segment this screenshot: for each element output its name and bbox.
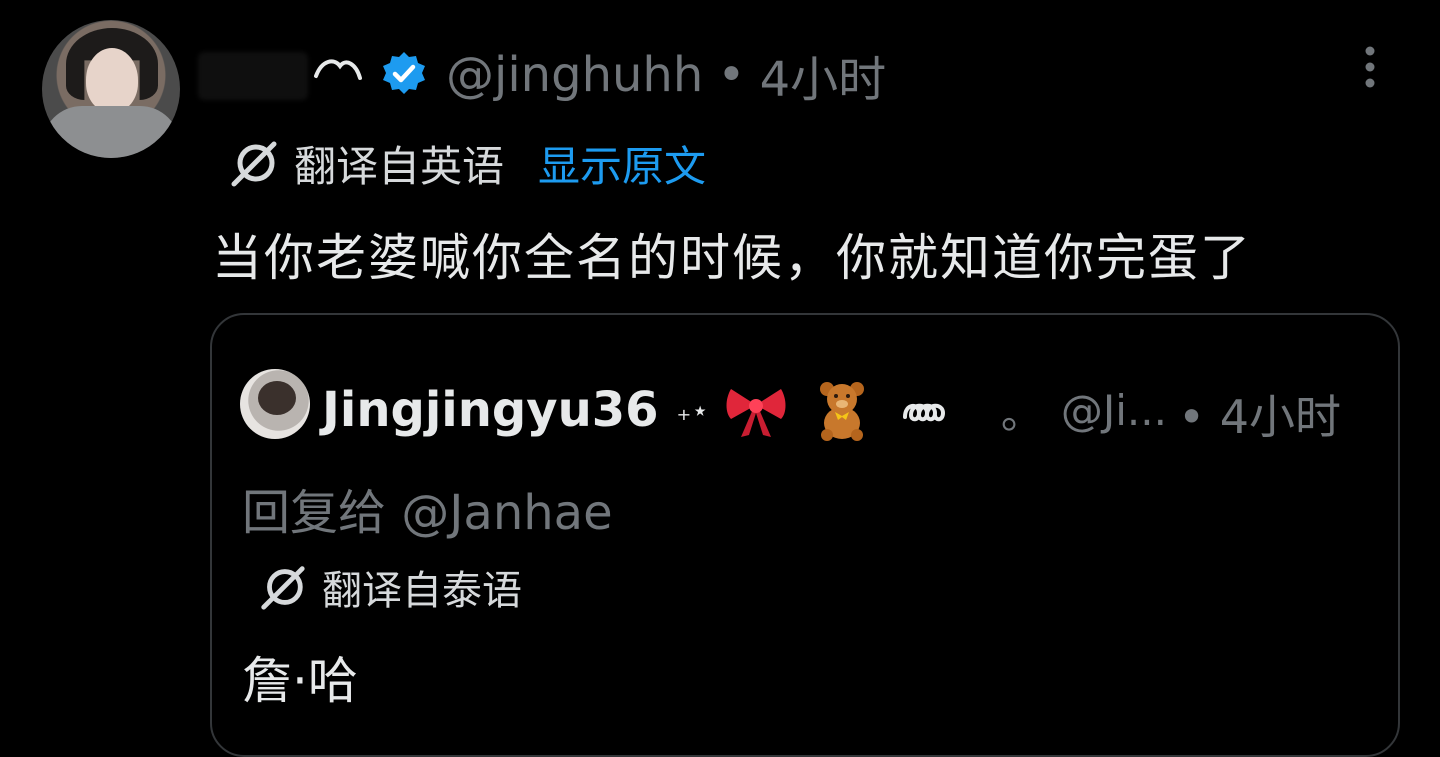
show-original-link[interactable]: 显示原文 [538, 133, 706, 194]
translation-row: 翻译自英语 显示原文 [226, 132, 706, 194]
translate-icon [261, 566, 305, 610]
quoted-translation-row: 翻译自泰语 [256, 557, 522, 617]
author-handle[interactable]: @jinghuhh [446, 47, 703, 103]
bow-emoji-icon [726, 389, 786, 437]
author-avatar[interactable] [42, 20, 180, 158]
verified-badge-icon[interactable] [380, 50, 428, 98]
quoted-translated-from-label: 翻译自泰语 [322, 568, 522, 614]
quoted-handle[interactable]: @Ji... [1061, 386, 1167, 435]
more-options-icon[interactable] [1356, 44, 1384, 90]
translated-from-label: 翻译自英语 [294, 141, 505, 191]
meta-separator: • [717, 47, 746, 103]
tweet-text: 当你老婆喊你全名的时候，你就知道你完蛋了 [212, 229, 1252, 287]
quoted-timestamp[interactable]: • 4小时 [1178, 381, 1341, 447]
author-display-name-obscured[interactable] [198, 52, 308, 100]
quoted-tweet-card[interactable]: Jingjingyu36 ₊⋆ 。 @Ji... • 4小时 回复给 @Janh… [210, 313, 1400, 757]
tweet-meta: @jinghuhh • 4小时 [446, 44, 886, 108]
translate-icon [231, 141, 277, 187]
teddy-bear-emoji-icon [819, 382, 864, 441]
name-decoration-icon [314, 59, 362, 80]
quoted-tweet-text: 詹·哈 [242, 652, 358, 710]
swirl-decoration-icon [902, 403, 945, 422]
quoted-author-avatar[interactable] [240, 369, 310, 439]
name-stars-decoration: ₊⋆ [676, 393, 709, 427]
reply-to-line[interactable]: 回复给 @Janhae [242, 473, 613, 543]
quoted-display-name[interactable]: Jingjingyu36 [322, 382, 659, 438]
tweet-timestamp[interactable]: 4小时 [760, 40, 887, 110]
quoted-decor-circle: 。 [1000, 388, 1043, 438]
quoted-tweet-header: Jingjingyu36 ₊⋆ 。 @Ji... [322, 377, 1167, 443]
